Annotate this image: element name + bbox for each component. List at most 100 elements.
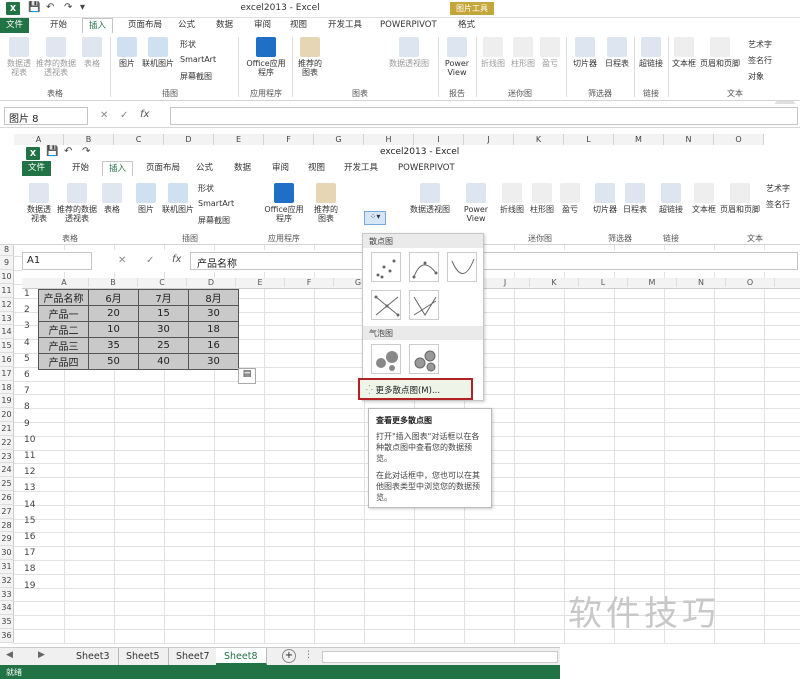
smartart-button[interactable]: SmartArt [180,55,216,64]
row-header[interactable]: 35 [0,615,14,629]
sheet-tab[interactable]: Sheet7 [168,648,219,665]
row-header[interactable]: 10 [0,270,14,284]
sheet-prev-icon[interactable]: ◀ [6,650,13,660]
row-header[interactable]: 19 [0,394,14,409]
inner-hyperlink-button[interactable]: 超链接 [656,183,686,214]
inner-row-header[interactable]: 14 [24,500,35,510]
inner-power-view-button[interactable]: Power View [460,183,492,223]
tab-data[interactable]: 数据 [210,18,239,33]
inner-row-header[interactable]: 15 [24,516,35,526]
table-cell[interactable]: 25 [138,337,189,354]
textbox-button[interactable]: 文本框 [670,37,698,68]
inner-row-header[interactable]: 13 [24,483,35,493]
row-header[interactable]: 20 [0,408,14,422]
inner-formula-input[interactable]: 产品名称 [190,252,798,270]
inner-row-header[interactable]: 12 [24,467,35,477]
inner-undo-icon[interactable]: ↶ [64,146,72,157]
inner-pictures-button[interactable]: 图片 [134,183,158,214]
table-cell[interactable]: 产品一 [38,305,89,322]
inner-row-header[interactable]: 19 [24,581,35,591]
inner-timeline-button[interactable]: 日程表 [620,183,650,214]
tab-home[interactable]: 开始 [44,18,73,33]
office-apps-button[interactable]: Office应用程序 [244,37,288,77]
recommended-pivottable-button[interactable]: 推荐的数据透视表 [36,37,76,77]
tab-review[interactable]: 审阅 [248,18,277,33]
inner-row-header[interactable]: 8 [24,402,30,412]
pictures-button[interactable]: 图片 [114,37,140,68]
tab-file[interactable]: 文件 [0,18,30,33]
inner-insert-function-icon[interactable]: fx [172,254,181,265]
tab-format[interactable]: 格式 [452,18,481,33]
row-header[interactable]: 12 [0,297,14,312]
scatter-straight-lines-icon[interactable] [409,290,439,320]
row-header[interactable]: 28 [0,518,14,533]
row-header[interactable]: 32 [0,573,14,588]
inner-column-header[interactable]: C [138,278,187,287]
tab-view[interactable]: 视图 [284,18,313,33]
inner-pivottable-button[interactable]: 数据透视表 [24,183,54,223]
table-cell[interactable]: 8月 [188,289,239,306]
row-header[interactable]: 29 [0,532,14,547]
sheet-tab-active[interactable]: Sheet8 [216,648,267,665]
row-header[interactable]: 18 [0,380,14,395]
tab-page-layout[interactable]: 页面布局 [122,18,168,33]
sparkline-line-button[interactable]: 折线图 [478,37,508,68]
inner-table-button[interactable]: 表格 [100,183,124,214]
inner-row-header[interactable]: 5 [24,354,30,364]
inner-wordart-button[interactable]: 艺术字 [766,183,790,194]
inner-recommended-charts-button[interactable]: 推荐的图表 [312,183,340,223]
table-cell[interactable]: 6月 [88,289,139,306]
row-header[interactable]: 11 [0,284,14,298]
shapes-button[interactable]: 形状 [180,39,196,50]
quick-analysis-icon[interactable]: ▤ [238,368,256,384]
inner-shapes-button[interactable]: 形状 [198,183,214,194]
inner-recommended-pivottable-button[interactable]: 推荐的数据透视表 [56,183,98,223]
outer-formula-input[interactable] [170,107,798,125]
inner-column-header[interactable]: E [236,278,285,287]
tab-powerpivot[interactable]: POWERPIVOT [374,18,443,33]
inner-redo-icon[interactable]: ↷ [82,146,90,157]
wordart-button[interactable]: 艺术字 [748,39,772,50]
inner-column-header[interactable]: K [530,278,579,287]
inner-pivotchart-button[interactable]: 数据透视图 [408,183,452,214]
sheet-next-icon[interactable]: ▶ [38,650,45,660]
table-cell[interactable]: 50 [88,353,139,370]
inner-formula-enter-icon[interactable]: ✓ [146,255,154,266]
table-cell[interactable]: 产品二 [38,321,89,338]
row-header[interactable]: 23 [0,449,14,464]
inner-row-header[interactable]: 4 [24,338,30,348]
sheet-tab[interactable]: Sheet5 [118,648,169,665]
inner-row-header[interactable]: 16 [24,532,35,542]
inner-formula-cancel-icon[interactable]: ✕ [118,255,126,266]
hyperlink-button[interactable]: 超链接 [636,37,666,68]
scatter-markers-only-icon[interactable] [371,252,401,282]
inner-smartart-button[interactable]: SmartArt [198,199,234,208]
scatter-smooth-lines-markers-icon[interactable] [409,252,439,282]
table-cell[interactable]: 18 [188,321,239,338]
row-header[interactable]: 27 [0,504,14,519]
inner-textbox-button[interactable]: 文本框 [690,183,718,214]
row-header[interactable]: 36 [0,629,14,643]
bubble-chart-icon[interactable] [371,344,401,374]
table-cell[interactable]: 40 [138,353,189,370]
inner-row-header[interactable]: 9 [24,419,30,429]
slicer-button[interactable]: 切片器 [570,37,600,68]
inner-row-header[interactable]: 2 [24,305,30,315]
table-cell[interactable]: 产品四 [38,353,89,370]
tab-insert[interactable]: 插入 [82,18,114,33]
inner-column-header[interactable]: D [187,278,236,287]
inner-name-box[interactable]: A1 [22,252,92,270]
inner-column-header[interactable]: J [481,278,530,287]
sparkline-column-button[interactable]: 柱形图 [508,37,538,68]
inner-online-pictures-button[interactable]: 联机图片 [160,183,196,214]
row-header[interactable]: 26 [0,491,14,505]
timeline-button[interactable]: 日程表 [602,37,632,68]
inner-slicer-button[interactable]: 切片器 [590,183,620,214]
table-cell[interactable]: 16 [188,337,239,354]
inner-sparkline-line-button[interactable]: 折线图 [498,183,526,214]
scatter-smooth-lines-icon[interactable] [447,252,477,282]
formula-cancel-icon[interactable]: ✕ [100,110,108,121]
table-cell[interactable]: 15 [138,305,189,322]
tab-formulas[interactable]: 公式 [172,18,201,33]
screenshot-button[interactable]: 屏幕截图 [180,71,212,82]
